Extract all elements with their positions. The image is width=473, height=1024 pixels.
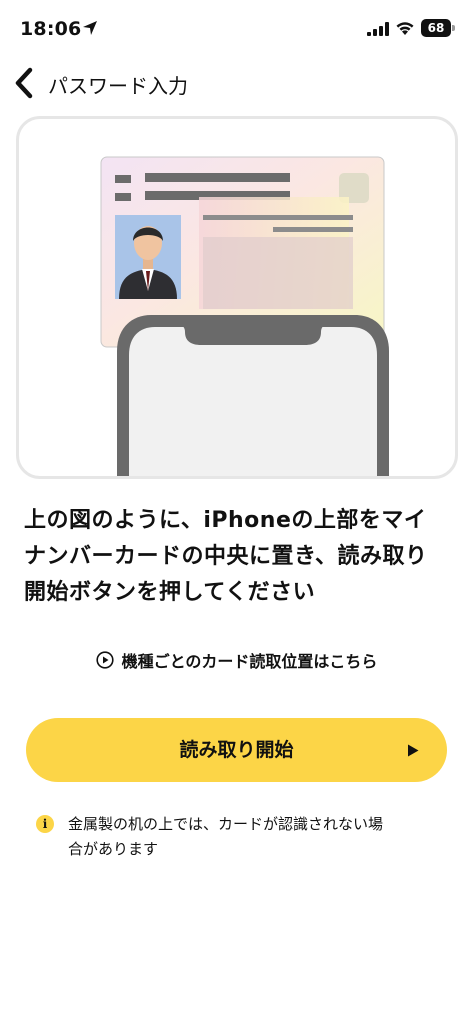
location-arrow-icon [83,21,97,35]
navigation-bar: パスワード入力 [0,62,473,104]
instruction-line-2: ナンバーカードの中央に置き、読み取り [24,544,428,569]
note-text: 金属製の机の上では、カードが認識されない場 合があります [68,812,458,862]
play-icon [408,744,419,757]
battery-indicator: 68 [421,19,455,37]
wifi-icon [396,22,414,35]
play-circle-icon [95,651,114,669]
reading-position-link-content: 機種ごとのカード読取位置はこちら [95,648,378,672]
reading-position-link-label: 機種ごとのカード読取位置はこちら [121,652,378,671]
back-chevron-icon[interactable] [10,64,40,102]
start-reading-label: 読み取り開始 [179,739,294,761]
reading-position-link[interactable]: 機種ごとのカード読取位置はこちら [0,648,473,674]
person-photo-icon [115,215,181,299]
battery-cap [452,25,455,31]
illustration-svg [100,156,389,476]
status-bar: 18:06 68 [0,0,473,54]
instruction-line-1: 上の図のように、iPhoneの上部をマイ [24,508,427,533]
status-time: 18:06 [20,18,82,40]
cellular-signal-icon [367,22,389,36]
start-reading-button[interactable]: 読み取り開始 [26,718,447,782]
phone-icon [117,315,389,476]
note-line-2: 合があります [68,840,159,858]
battery-level: 68 [421,19,451,37]
page-title: パスワード入力 [48,74,188,98]
instruction-line-3: 開始ボタンを押してください [24,580,316,605]
card-placement-illustration [16,116,458,479]
note-line-1: 金属製の机の上では、カードが認識されない場 [68,815,384,833]
instruction-text: 上の図のように、iPhoneの上部をマイ ナンバーカードの中央に置き、読み取り … [24,503,454,611]
info-icon: i [36,815,54,833]
